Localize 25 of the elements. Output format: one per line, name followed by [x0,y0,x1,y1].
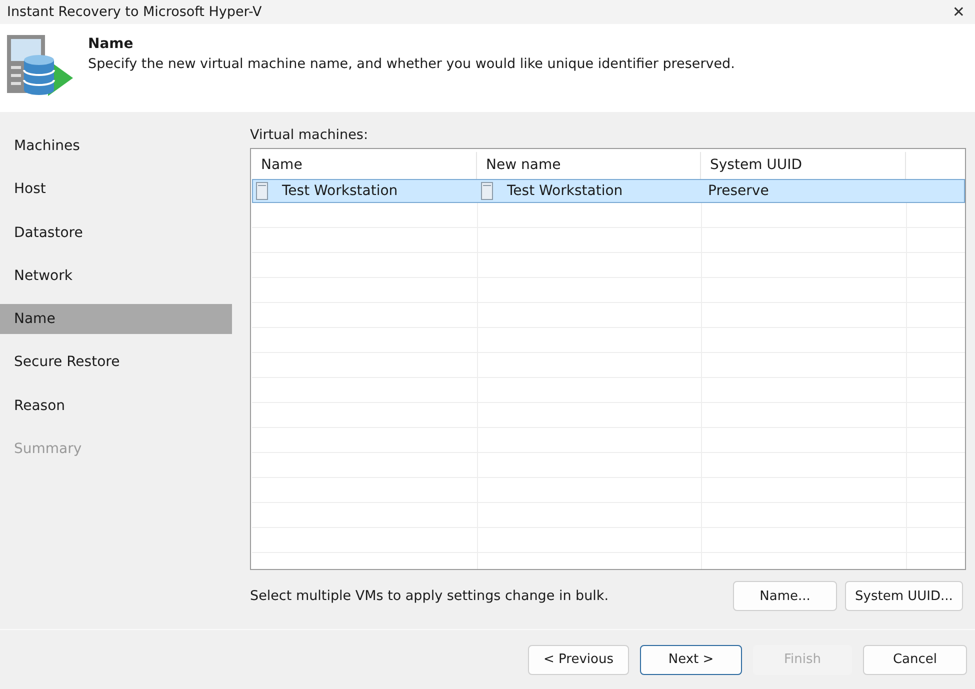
bulk-button[interactable]: System UUID... [845,581,963,611]
wizard-step[interactable]: Reason [0,390,232,421]
footer-button[interactable]: Next > [640,644,742,674]
wizard-step[interactable]: Host [0,174,232,204]
wizard-step[interactable]: Name [0,304,232,334]
bulk-button[interactable]: Name... [733,581,837,611]
wizard-step[interactable]: Network [0,260,232,291]
table-row[interactable]: Test Workstation Test Workstation Preserve [252,179,965,203]
table-label: Virtual machines: [250,127,369,143]
wizard-step[interactable]: Secure Restore [0,347,232,378]
window-title: Instant Recovery to Microsoft Hyper-V [7,4,262,20]
server-database-icon [6,34,74,96]
page-description: Specify the new virtual machine name, and whether you would like unique identifier preserved. [88,56,735,72]
document-icon [256,182,268,200]
bulk-hint: Select multiple VMs to apply settings change in bulk. [250,588,610,604]
page-heading: Name [88,36,134,52]
table-cell: Test Workstation [282,183,398,199]
table-cell: Test Workstation [507,183,623,199]
wizard-step[interactable]: Datastore [0,218,232,248]
footer-button[interactable]: < Previous [528,644,629,674]
footer-button[interactable]: Cancel [863,644,967,674]
close-icon[interactable]: ✕ [952,3,965,21]
document-icon [481,182,493,200]
wizard-step[interactable]: Machines [0,131,232,161]
table-cell: Preserve [708,183,769,199]
